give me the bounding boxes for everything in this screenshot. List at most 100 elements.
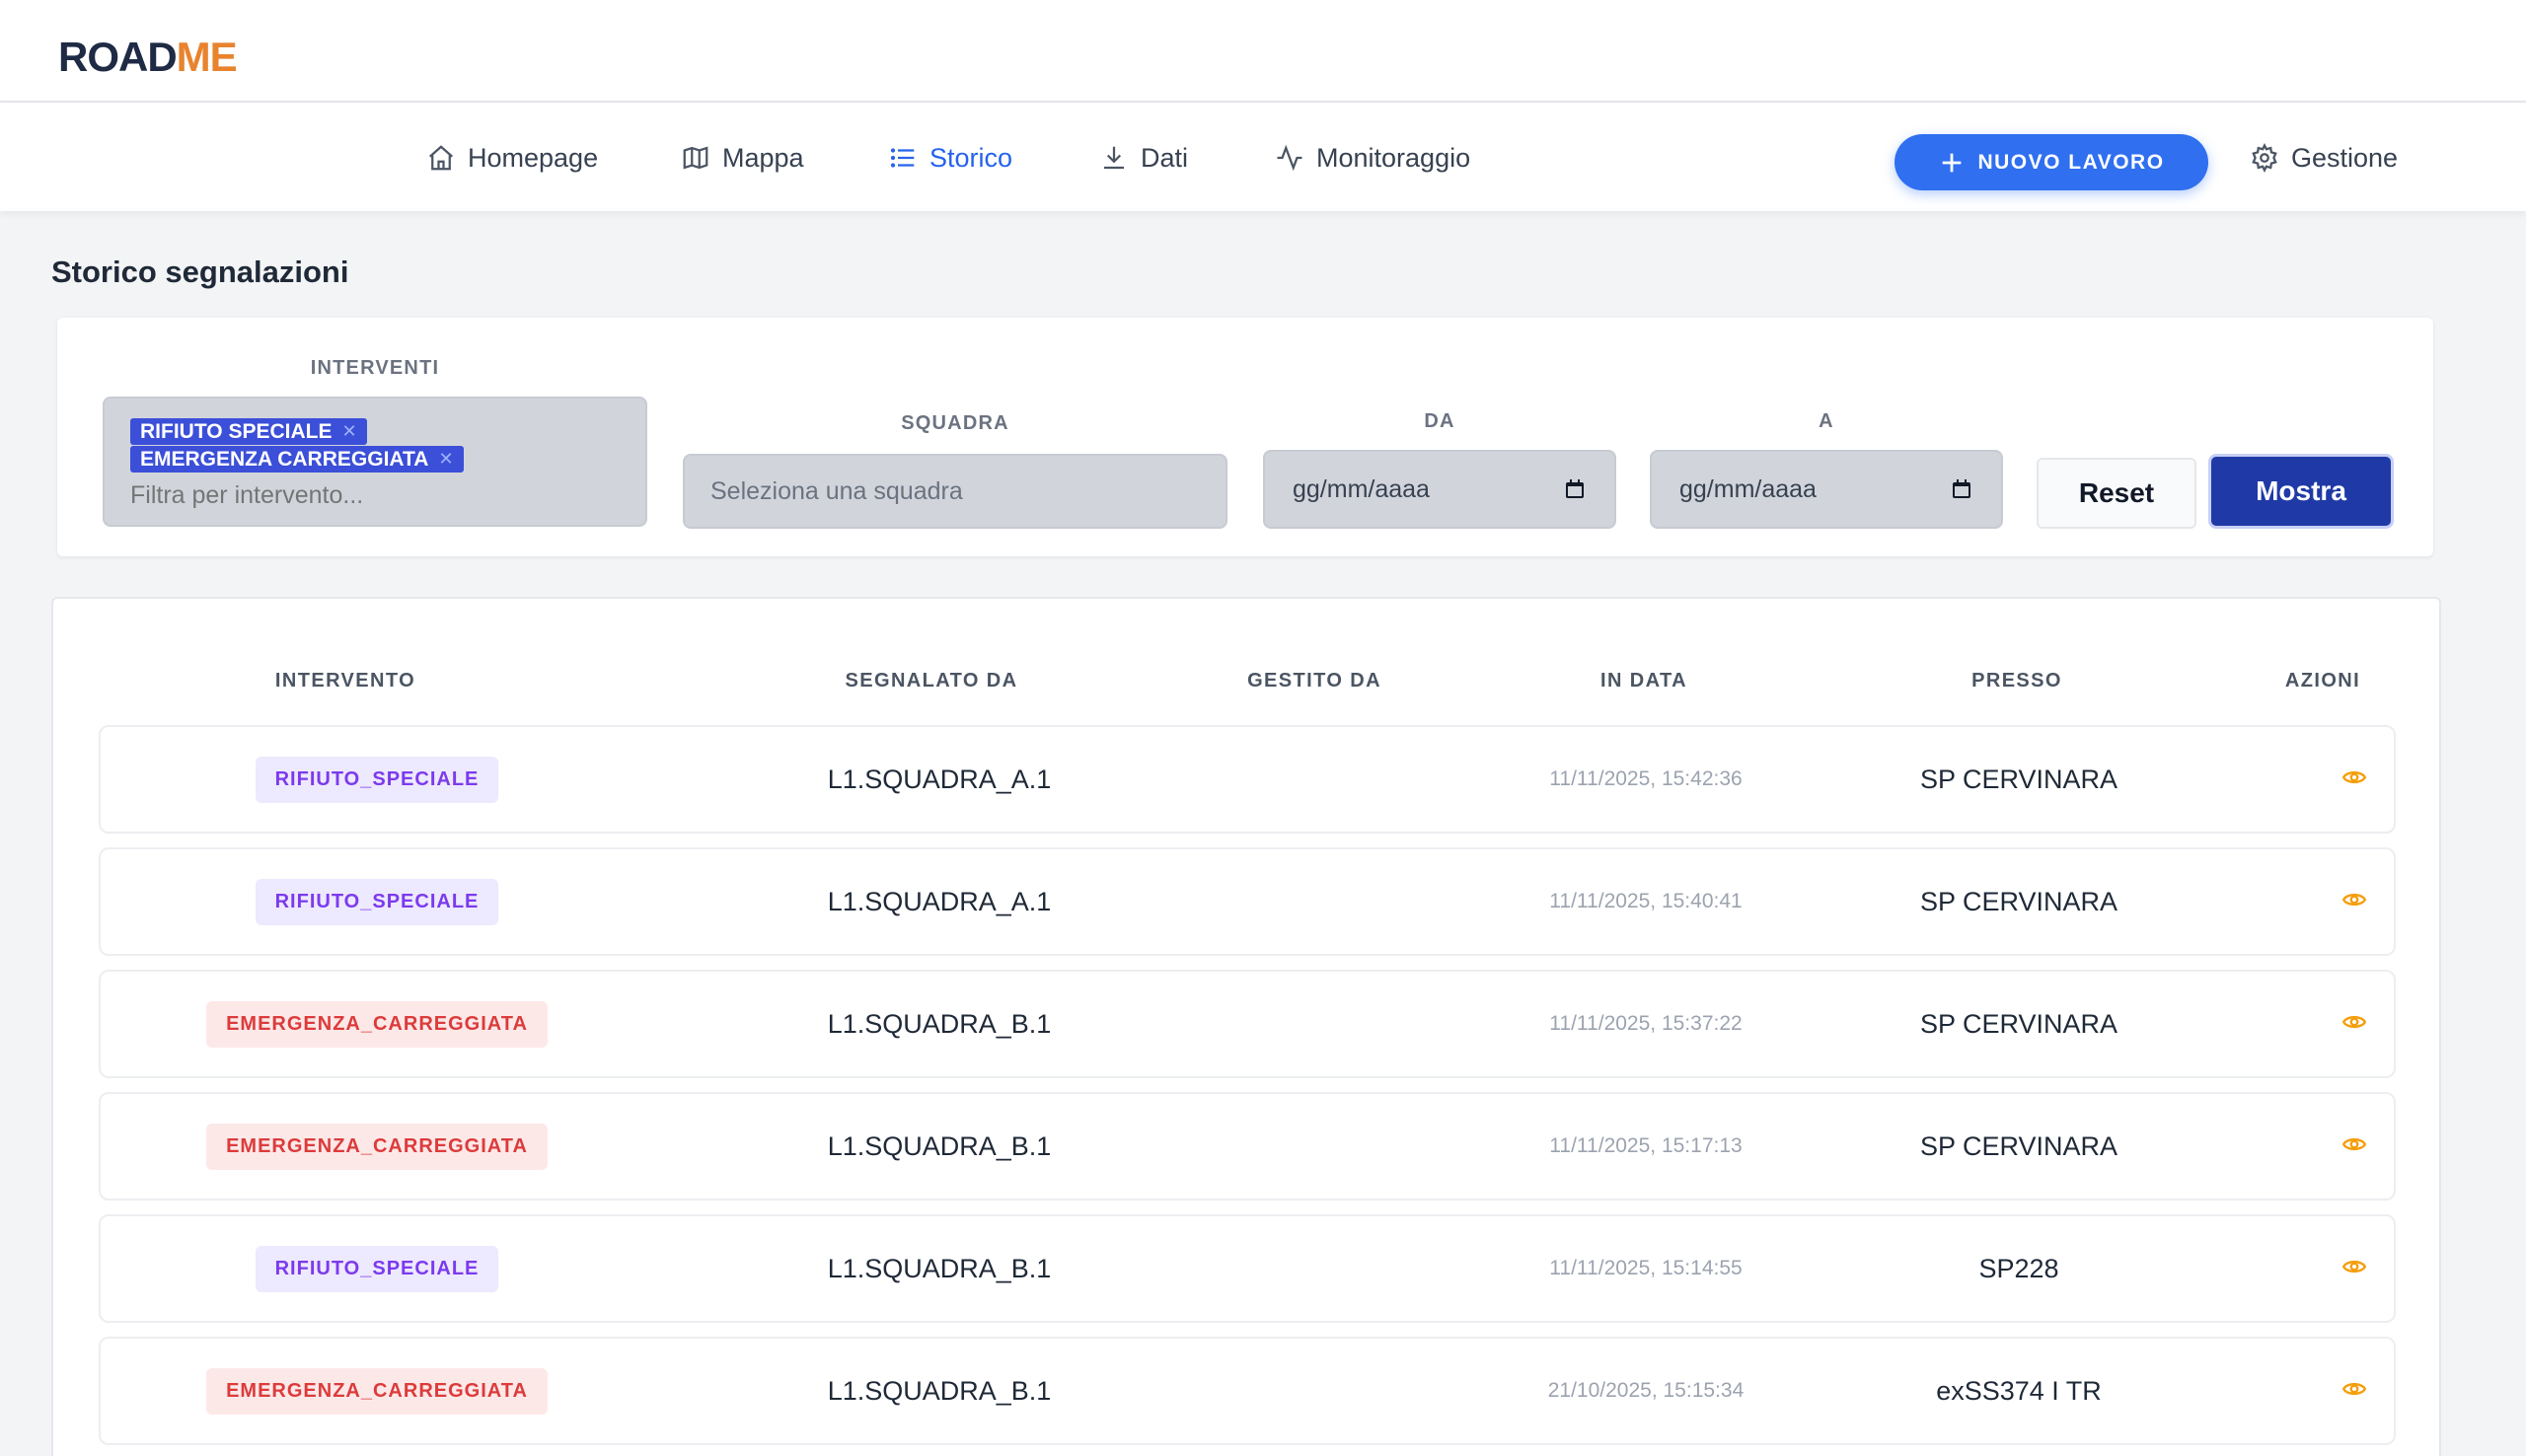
in-data-text: 11/11/2025, 15:14:55 xyxy=(1549,1257,1743,1279)
reset-button[interactable]: Reset xyxy=(2037,458,2196,529)
nav-monitoraggio-label: Monitoraggio xyxy=(1316,142,1471,173)
eye-icon[interactable] xyxy=(2341,764,2367,795)
plus-icon xyxy=(1943,153,1962,172)
nav-homepage-label: Homepage xyxy=(468,142,599,173)
in-data-text: 11/11/2025, 15:40:41 xyxy=(1549,890,1743,912)
view-action[interactable] xyxy=(2315,849,2394,954)
cell-intervento: EMERGENZA_CARREGGIATA xyxy=(101,1094,653,1199)
cell-in-data: 11/11/2025, 15:17:13 xyxy=(1498,1094,1794,1199)
view-action[interactable] xyxy=(2315,727,2394,832)
view-action[interactable] xyxy=(2315,1339,2394,1443)
home-icon xyxy=(429,145,453,171)
cell-in-data: 11/11/2025, 15:37:22 xyxy=(1498,972,1794,1076)
presso-text: SP CERVINARA xyxy=(1919,1008,2118,1039)
reports-table: INTERVENTO SEGNALATO DA GESTITO DA IN DA… xyxy=(51,597,2441,1456)
segnalato-da-text: L1.SQUADRA_A.1 xyxy=(827,886,1052,916)
eye-icon[interactable] xyxy=(2341,1376,2367,1407)
calendar-icon[interactable] xyxy=(1563,477,1587,501)
date-to-placeholder: gg/mm/aaaa xyxy=(1679,474,1817,503)
intervento-badge: RIFIUTO_SPECIALE xyxy=(255,1245,499,1292)
chip-remove-icon[interactable]: ✕ xyxy=(341,421,356,442)
presso-text: SP CERVINARA xyxy=(1919,1130,2118,1161)
nav-gestione-label: Gestione xyxy=(2291,142,2399,173)
cell-gestito-da xyxy=(1168,1216,1464,1321)
eye-icon[interactable] xyxy=(2341,887,2367,917)
chip-label: RIFIUTO SPECIALE xyxy=(140,419,333,443)
new-job-label: NUOVO LAVORO xyxy=(1977,150,2165,174)
in-data-text: 21/10/2025, 15:15:34 xyxy=(1547,1379,1745,1402)
table-row: EMERGENZA_CARREGGIATA L1.SQUADRA_B.1 11/11… xyxy=(99,970,2396,1078)
table-row: EMERGENZA_CARREGGIATA L1.SQUADRA_B.1 21/10… xyxy=(99,1337,2396,1445)
table-row: RIFIUTO_SPECIALE L1.SQUADRA_B.1 11/11/2025… xyxy=(99,1214,2396,1323)
cell-gestito-da xyxy=(1168,972,1464,1076)
nav-monitoraggio[interactable]: Monitoraggio xyxy=(1275,138,1470,178)
interventi-multiselect[interactable]: RIFIUTO SPECIALE ✕ EMERGENZA CARREGGIATA… xyxy=(103,397,647,527)
in-data-text: 11/11/2025, 15:17:13 xyxy=(1549,1134,1743,1157)
cell-in-data: 11/11/2025, 15:14:55 xyxy=(1498,1216,1794,1321)
header-azioni: AZIONI xyxy=(2284,670,2361,692)
intervento-badge: EMERGENZA_CARREGGIATA xyxy=(206,1123,548,1170)
cell-presso: SP CERVINARA xyxy=(1821,1094,2216,1199)
table-row: EMERGENZA_CARREGGIATA L1.SQUADRA_B.1 11/11… xyxy=(99,1092,2396,1201)
cell-in-data: 11/11/2025, 15:40:41 xyxy=(1498,849,1794,954)
presso-text: SP228 xyxy=(1978,1253,2059,1283)
date-to-input[interactable]: gg/mm/aaaa xyxy=(1650,450,2003,529)
cell-segnalato-da: L1.SQUADRA_B.1 xyxy=(693,1339,1186,1443)
nav-mappa-label: Mappa xyxy=(722,142,804,173)
roadme-logo[interactable]: ROADME xyxy=(58,34,238,81)
da-label: DA xyxy=(1424,410,1455,432)
date-from-input[interactable]: gg/mm/aaaa xyxy=(1263,450,1616,529)
eye-icon[interactable] xyxy=(2341,1254,2367,1284)
calendar-icon[interactable] xyxy=(1950,477,1973,501)
cell-intervento: RIFIUTO_SPECIALE xyxy=(101,1216,653,1321)
segnalato-da-text: L1.SQUADRA_B.1 xyxy=(827,1008,1052,1039)
view-action[interactable] xyxy=(2315,972,2394,1076)
cell-gestito-da xyxy=(1168,727,1464,832)
interventi-filter-input[interactable] xyxy=(130,481,604,510)
header-in-data: IN DATA xyxy=(1600,670,1687,692)
cell-in-data: 11/11/2025, 15:42:36 xyxy=(1498,727,1794,832)
segnalato-da-text: L1.SQUADRA_B.1 xyxy=(827,1130,1052,1161)
filters-panel: INTERVENTI RIFIUTO SPECIALE ✕ EMERGENZA … xyxy=(57,318,2433,556)
chip-emergenza-carreggiata: EMERGENZA CARREGGIATA ✕ xyxy=(130,446,464,473)
nav-mappa[interactable]: Mappa xyxy=(681,138,804,178)
gear-icon xyxy=(2252,143,2277,173)
cell-presso: SP CERVINARA xyxy=(1821,849,2216,954)
interventi-label: INTERVENTI xyxy=(310,357,440,379)
nav-homepage[interactable]: Homepage xyxy=(426,138,598,178)
presso-text: exSS374 I TR xyxy=(1936,1375,2102,1406)
segnalato-da-text: L1.SQUADRA_B.1 xyxy=(827,1253,1052,1283)
intervento-badge: EMERGENZA_CARREGGIATA xyxy=(206,1367,548,1415)
a-label: A xyxy=(1819,410,1834,432)
cell-presso: SP228 xyxy=(1821,1216,2216,1321)
cell-presso: exSS374 I TR xyxy=(1821,1339,2216,1443)
nav-gestione[interactable]: Gestione xyxy=(2250,138,2398,178)
in-data-text: 11/11/2025, 15:37:22 xyxy=(1549,1012,1743,1035)
top-header: ROADME xyxy=(0,0,2526,103)
squadra-select[interactable]: Seleziona una squadra xyxy=(683,454,1227,529)
new-job-button[interactable]: NUOVO LAVORO xyxy=(1894,134,2208,190)
cell-presso: SP CERVINARA xyxy=(1821,972,2216,1076)
segnalato-da-text: L1.SQUADRA_A.1 xyxy=(827,764,1052,794)
intervento-badge: RIFIUTO_SPECIALE xyxy=(255,878,499,925)
eye-icon[interactable] xyxy=(2341,1131,2367,1162)
table-row: RIFIUTO_SPECIALE L1.SQUADRA_A.1 11/11/2025… xyxy=(99,847,2396,956)
view-action[interactable] xyxy=(2315,1216,2394,1321)
list-icon xyxy=(890,148,915,168)
chip-remove-icon[interactable]: ✕ xyxy=(438,449,453,470)
map-icon xyxy=(683,146,708,170)
nav-storico-label: Storico xyxy=(929,142,1013,173)
cell-gestito-da xyxy=(1168,1094,1464,1199)
cell-segnalato-da: L1.SQUADRA_A.1 xyxy=(693,849,1186,954)
squadra-label: SQUADRA xyxy=(901,412,1009,434)
view-action[interactable] xyxy=(2315,1094,2394,1199)
cell-in-data: 21/10/2025, 15:15:34 xyxy=(1498,1339,1794,1443)
cell-intervento: EMERGENZA_CARREGGIATA xyxy=(101,1339,653,1443)
nav-dati[interactable]: Dati xyxy=(1099,138,1188,178)
cell-segnalato-da: L1.SQUADRA_B.1 xyxy=(693,1216,1186,1321)
nav-storico[interactable]: Storico xyxy=(888,138,1012,178)
segnalato-da-text: L1.SQUADRA_B.1 xyxy=(827,1375,1052,1406)
show-button[interactable]: Mostra xyxy=(2208,454,2394,529)
header-presso: PRESSO xyxy=(1971,670,2062,692)
eye-icon[interactable] xyxy=(2341,1009,2367,1040)
